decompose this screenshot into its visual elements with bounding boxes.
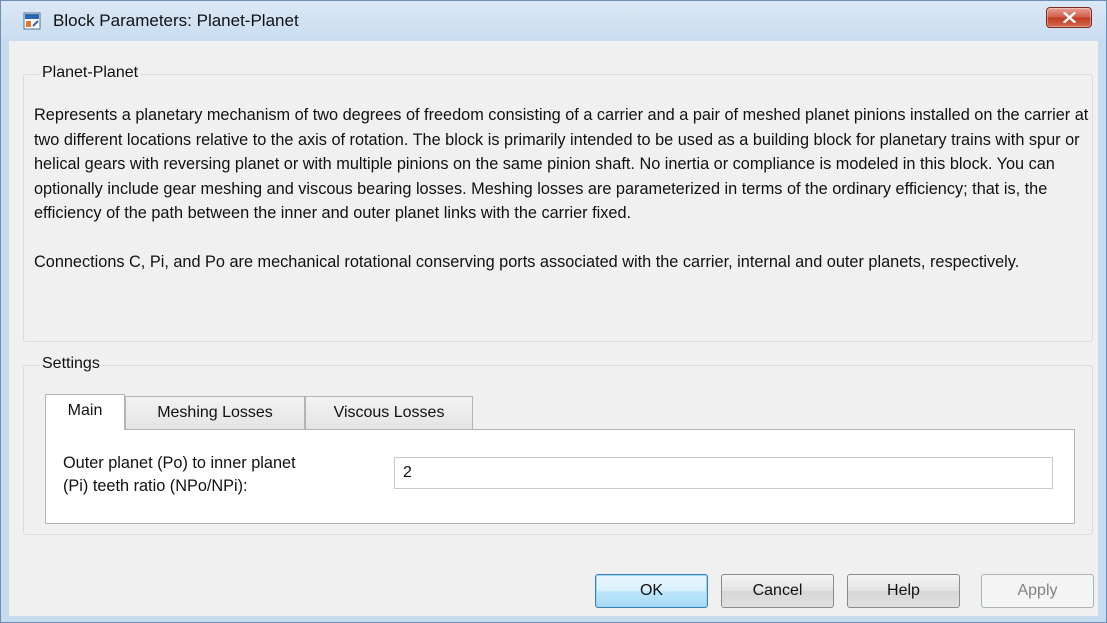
teeth-ratio-label-line2: (Pi) teeth ratio (NPo/NPi):	[63, 477, 248, 495]
dialog-window: Block Parameters: Planet-Planet Planet-P…	[0, 0, 1107, 623]
description-group-label: Planet-Planet	[39, 64, 142, 82]
tab-label: Meshing Losses	[157, 404, 273, 421]
help-button[interactable]: Help	[847, 574, 960, 608]
tab-main[interactable]: Main	[45, 394, 125, 430]
settings-group-label: Settings	[39, 355, 103, 373]
close-button[interactable]	[1046, 7, 1092, 28]
description-paragraph: Represents a planetary mechanism of two …	[34, 106, 1089, 222]
description-paragraph: Connections C, Pi, and Po are mechanical…	[34, 252, 1020, 271]
window-title: Block Parameters: Planet-Planet	[53, 11, 299, 30]
apply-button[interactable]: Apply	[981, 574, 1094, 608]
title-bar[interactable]: Block Parameters: Planet-Planet	[1, 1, 1106, 41]
tab-viscous-losses[interactable]: Viscous Losses	[305, 396, 473, 429]
ok-button[interactable]: OK	[595, 574, 708, 608]
teeth-ratio-label-line1: Outer planet (Po) to inner planet	[63, 454, 296, 472]
tab-label: Main	[67, 402, 103, 419]
block-description: Represents a planetary mechanism of two …	[34, 103, 1094, 274]
tab-label: Viscous Losses	[333, 404, 445, 421]
teeth-ratio-label: Outer planet (Po) to inner planet (Pi) t…	[63, 452, 296, 498]
tab-meshing-losses[interactable]: Meshing Losses	[125, 396, 305, 429]
cancel-button[interactable]: Cancel	[721, 574, 834, 608]
simulink-block-icon	[23, 12, 41, 30]
teeth-ratio-input[interactable]	[394, 457, 1053, 489]
close-icon	[1063, 12, 1076, 23]
